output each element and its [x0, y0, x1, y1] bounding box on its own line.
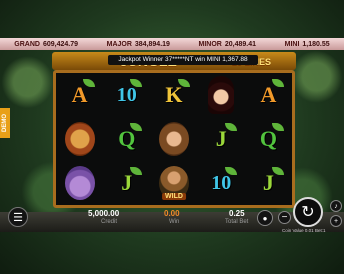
symbol-q: Q: [259, 126, 277, 151]
jackpot-mini: MINI 1,180.55: [285, 41, 330, 48]
jackpot-major: MAJOR 384,894.19: [107, 41, 170, 48]
monkey-symbol-icon: [158, 122, 189, 156]
jackpot-grand-label: GRAND: [14, 40, 40, 48]
menu-button[interactable]: ☰: [8, 207, 28, 227]
reel-cell: Q: [245, 117, 292, 161]
jackpot-minor: MINOR 20,489.41: [199, 41, 257, 48]
reel-cell: 10: [103, 73, 150, 117]
jackpot-mini-label: MINI: [284, 40, 300, 48]
credit-label: Credit: [101, 219, 118, 225]
symbol-a: A: [260, 82, 277, 107]
sound-button[interactable]: ♪: [330, 200, 342, 212]
reel-cell: [150, 117, 197, 161]
reel-cell: WILD: [150, 161, 197, 205]
jackpot-minor-value: 20,489.41: [224, 40, 257, 48]
reel-cell: [56, 117, 103, 161]
symbol-10: 10: [211, 171, 232, 194]
wild-label: WILD: [162, 193, 186, 200]
jackpot-bar: GRAND 609,424.79 MAJOR 384,894.19 MINOR …: [0, 38, 344, 50]
total-bet-value: 0.25: [229, 209, 245, 218]
symbol-q: Q: [118, 126, 136, 151]
reel-cell: [198, 73, 245, 117]
reel-cell: A: [245, 73, 292, 117]
symbol-j: J: [262, 170, 274, 195]
symbol-10: 10: [116, 83, 137, 106]
win-value: 0.00: [164, 209, 180, 218]
spin-button[interactable]: ↻: [293, 197, 323, 227]
reel-cell: 10: [198, 161, 245, 205]
bet-minus-button[interactable]: −: [278, 211, 291, 224]
symbol-k: K: [165, 82, 183, 107]
symbol-j: J: [121, 170, 133, 195]
demo-tab[interactable]: DEMO: [0, 108, 10, 138]
coin-value-text: Coin Value 0.01 Bet:1: [282, 228, 326, 233]
hippo-symbol-icon: [64, 166, 95, 200]
coins-icon: ●: [262, 213, 268, 223]
speaker-icon: ♪: [334, 202, 338, 210]
jackpot-minor-label: MINOR: [198, 40, 222, 48]
reel-cell: J: [198, 117, 245, 161]
reel-grid: A 10 K A Q J Q J WILD 10 J: [53, 70, 295, 208]
symbol-a: A: [71, 82, 88, 107]
reel-cell: J: [245, 161, 292, 205]
reel-cell: J: [103, 161, 150, 205]
symbol-j: J: [215, 126, 227, 151]
reel-cell: A: [56, 73, 103, 117]
reel-cell: [56, 161, 103, 205]
hamburger-menu-icon: ☰: [13, 211, 23, 224]
coins-button[interactable]: ●: [257, 210, 273, 226]
jackpot-winner-ticker: Jackpot Winner 37*****NT win MINI 1,367.…: [108, 55, 258, 65]
total-bet-label: Total Bet: [225, 219, 249, 225]
spin-arrow-icon: ↻: [301, 204, 315, 221]
plus-icon: +: [333, 217, 339, 225]
minus-icon: −: [281, 211, 288, 223]
jackpot-grand: GRAND 609,424.79: [14, 41, 78, 48]
lion-symbol-icon: [64, 122, 95, 156]
girl-symbol-icon: [208, 76, 235, 114]
jackpot-mini-value: 1,180.55: [302, 40, 330, 48]
reel-cell: K: [150, 73, 197, 117]
jackpot-grand-value: 609,424.79: [42, 40, 79, 48]
jackpot-major-value: 384,894.19: [134, 40, 170, 48]
jackpot-major-label: MAJOR: [106, 40, 132, 48]
win-label: Win: [169, 219, 180, 225]
bet-plus-button[interactable]: +: [330, 215, 342, 227]
credit-value: 5,000.00: [88, 209, 120, 218]
reel-cell: Q: [103, 117, 150, 161]
